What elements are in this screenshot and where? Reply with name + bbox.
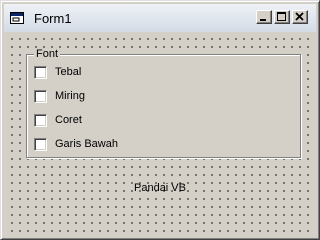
checkbox-box[interactable] <box>34 66 47 79</box>
form-window-icon[interactable] <box>9 11 25 25</box>
form-window: Form1 Font Tebal Miring Coret Garis Bawa… <box>0 0 320 240</box>
form-client-area[interactable]: Font Tebal Miring Coret Garis Bawah Pand… <box>5 32 315 237</box>
title-bar[interactable]: Form1 <box>4 4 316 32</box>
font-frame: Font Tebal Miring Coret Garis Bawah <box>26 48 301 158</box>
font-frame-label: Font <box>34 48 61 60</box>
checkbox-box[interactable] <box>34 138 47 151</box>
checkbox-box[interactable] <box>34 114 47 127</box>
close-button[interactable] <box>292 10 308 24</box>
checkbox-label[interactable]: Garis Bawah <box>55 138 118 151</box>
maximize-icon <box>277 12 286 21</box>
checkbox-label[interactable]: Tebal <box>55 66 81 79</box>
maximize-button[interactable] <box>274 10 290 24</box>
checkbox-box[interactable] <box>34 90 47 103</box>
minimize-button[interactable] <box>256 10 272 24</box>
close-icon <box>295 12 304 21</box>
window-title: Form1 <box>34 11 72 26</box>
caption-label: Pandai VB <box>134 182 186 194</box>
checkbox-label[interactable]: Coret <box>55 114 82 127</box>
minimize-icon <box>260 19 266 21</box>
checkbox-label[interactable]: Miring <box>55 90 85 103</box>
